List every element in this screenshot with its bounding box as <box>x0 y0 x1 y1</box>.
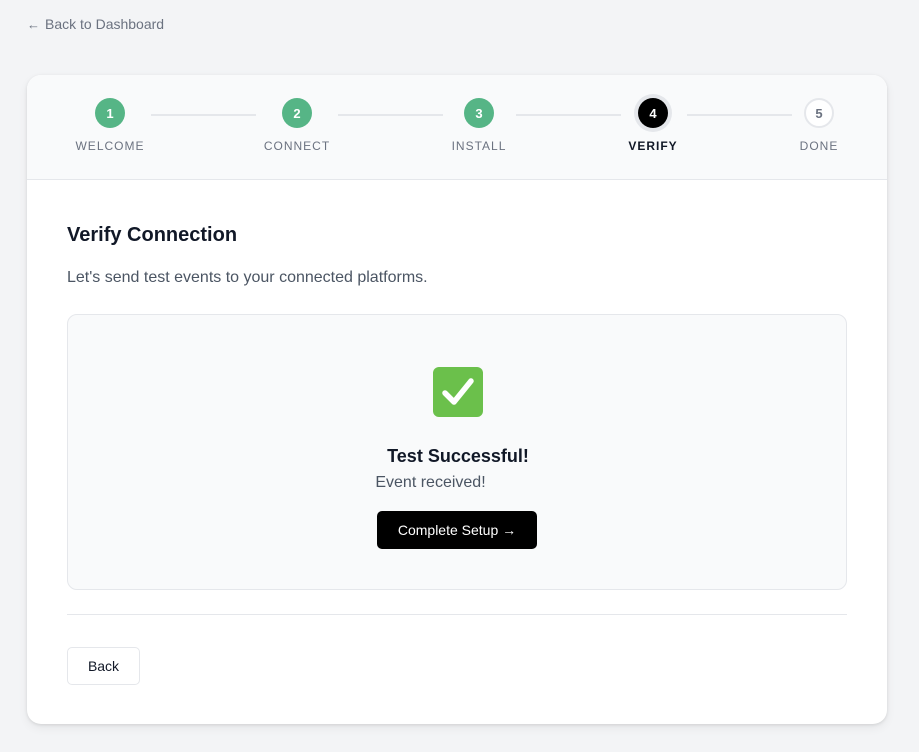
result-message: Event received! <box>375 474 486 491</box>
back-to-dashboard-link[interactable]: ← Back to Dashboard <box>27 16 164 32</box>
step-install: 3 INSTALL <box>424 98 534 153</box>
step-label: INSTALL <box>451 139 507 153</box>
page-subtitle: Let's send test events to your connected… <box>67 269 428 286</box>
step-number: 1 <box>95 98 125 128</box>
stepper: 1 WELCOME 2 CONNECT 3 INSTALL 4 VERIFY 5… <box>27 75 887 180</box>
test-result-panel: Test Successful! Event received! Complet… <box>67 314 847 590</box>
check-mark-glyph <box>442 378 474 405</box>
step-label: WELCOME <box>75 139 145 153</box>
step-label: DONE <box>799 139 839 153</box>
step-number: 3 <box>464 98 494 128</box>
back-button[interactable]: Back <box>67 647 140 685</box>
complete-setup-button[interactable]: Complete Setup → <box>377 511 537 549</box>
step-connect: 2 CONNECT <box>242 98 352 153</box>
step-number: 4 <box>638 98 668 128</box>
step-number: 2 <box>282 98 312 128</box>
step-label: VERIFY <box>628 139 678 153</box>
check-mark-icon <box>433 367 483 417</box>
result-title: Test Successful! <box>387 446 529 466</box>
page-title: Verify Connection <box>67 224 238 246</box>
divider <box>67 614 847 615</box>
step-verify: 4 VERIFY <box>598 98 708 153</box>
back-to-dashboard-label: Back to Dashboard <box>45 16 165 32</box>
step-number: 5 <box>804 98 834 128</box>
step-done: 5 DONE <box>764 98 874 153</box>
arrow-left-icon: ← <box>27 16 40 32</box>
step-welcome: 1 WELCOME <box>55 98 165 153</box>
step-connector <box>151 114 256 116</box>
onboarding-card: 1 WELCOME 2 CONNECT 3 INSTALL 4 VERIFY 5… <box>27 75 887 724</box>
step-label: CONNECT <box>263 139 331 153</box>
